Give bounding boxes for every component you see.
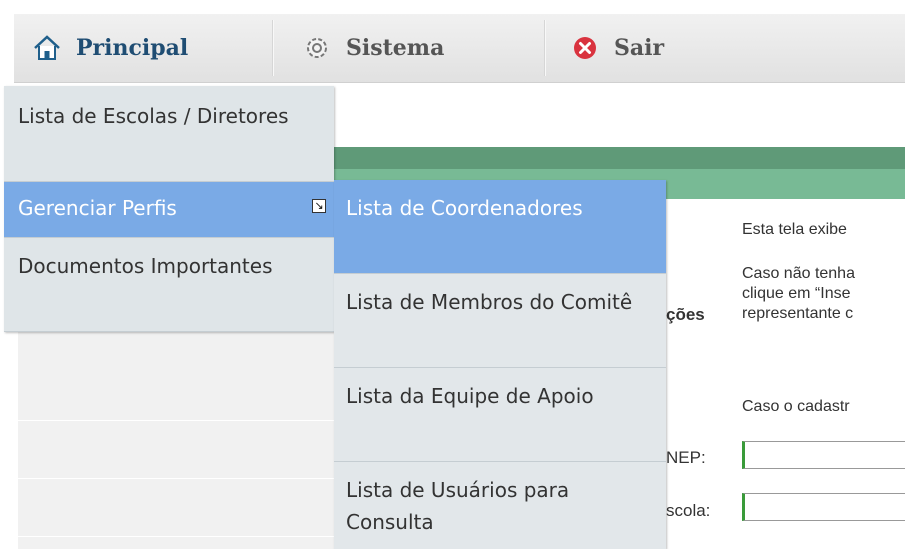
submenu-arrow-icon: ↘ xyxy=(312,199,326,213)
nav-divider xyxy=(272,20,274,76)
description-text-1: Esta tela exibe xyxy=(742,221,847,238)
menu-item-label: Gerenciar Perfis xyxy=(18,196,177,220)
nav-principal-label: Principal xyxy=(76,35,189,61)
nav-sair[interactable]: Sair xyxy=(570,14,664,82)
gear-icon xyxy=(302,33,332,63)
description-text-2c: representante c xyxy=(742,305,854,322)
home-icon xyxy=(32,33,62,63)
inep-label-fragment: NEP: xyxy=(666,448,706,467)
description-text-2a: Caso não tenha xyxy=(742,265,855,282)
nav-divider xyxy=(544,20,546,76)
row-divider xyxy=(18,536,334,537)
submenu-item-coordenadores[interactable]: Lista de Coordenadores xyxy=(334,180,666,274)
menu-item-gerenciar-perfis[interactable]: Gerenciar Perfis ↘ xyxy=(4,182,334,238)
submenu-item-membros-comite[interactable]: Lista de Membros do Comitê xyxy=(334,274,666,368)
menu-item-documentos[interactable]: Documentos Importantes xyxy=(4,238,334,332)
top-navbar: Principal Sistema Sair xyxy=(14,14,905,83)
submenu-item-usuarios-consulta[interactable]: Lista de Usuários para Consulta xyxy=(334,462,666,549)
gerenciar-perfis-submenu: Lista de Coordenadores Lista de Membros … xyxy=(334,180,666,549)
nav-principal[interactable]: Principal xyxy=(32,14,188,82)
content-header-bar xyxy=(334,147,905,169)
form-label-column xyxy=(18,330,334,549)
row-divider xyxy=(18,478,334,479)
description-text-3: Caso o cadastr xyxy=(742,398,850,415)
section-label-fragment: ções xyxy=(666,305,705,324)
escola-input[interactable] xyxy=(742,493,905,521)
escola-label-fragment: scola: xyxy=(666,501,711,520)
description-text-2b: clique em “Inse xyxy=(742,285,851,302)
principal-dropdown-menu: Lista de Escolas / Diretores Gerenciar P… xyxy=(4,86,334,332)
submenu-item-label: Lista de Coordenadores xyxy=(346,196,583,220)
inep-input[interactable] xyxy=(742,441,905,469)
submenu-item-label: Lista de Membros do Comitê xyxy=(346,290,633,314)
menu-item-lista-escolas[interactable]: Lista de Escolas / Diretores xyxy=(4,86,334,182)
submenu-item-equipe-apoio[interactable]: Lista da Equipe de Apoio xyxy=(334,368,666,462)
submenu-item-label: Lista da Equipe de Apoio xyxy=(346,384,594,408)
nav-sistema[interactable]: Sistema xyxy=(302,14,444,82)
nav-sair-label: Sair xyxy=(614,35,665,61)
nav-sistema-label: Sistema xyxy=(346,35,445,61)
menu-item-label: Documentos Importantes xyxy=(18,254,273,278)
submenu-item-label: Lista de Usuários para Consulta xyxy=(346,478,570,534)
close-circle-icon xyxy=(570,33,600,63)
row-divider xyxy=(18,420,334,421)
menu-item-label: Lista de Escolas / Diretores xyxy=(18,104,289,128)
